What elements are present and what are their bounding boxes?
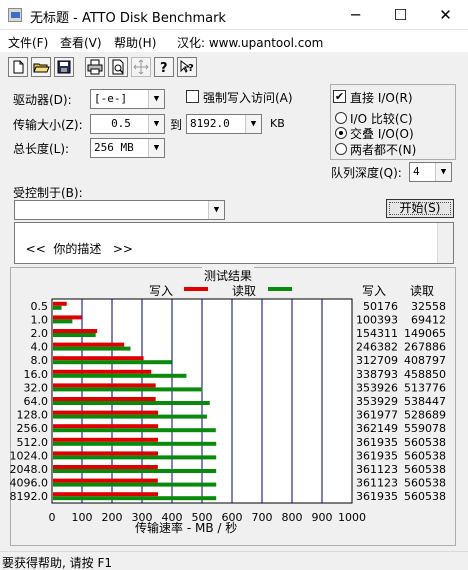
x-tick-label: 100 (72, 511, 93, 524)
read-value: 513776 (404, 381, 446, 394)
write-value: 362149 (356, 422, 398, 435)
category-label: 16.0 (24, 368, 49, 381)
bar-read (53, 496, 217, 501)
bar-read (53, 360, 172, 365)
write-value: 361123 (356, 463, 398, 476)
bar-read (53, 333, 96, 337)
write-value: 361123 (356, 477, 398, 490)
bar-write (53, 329, 98, 333)
bar-write (53, 356, 144, 361)
bar-write (53, 492, 159, 497)
category-label: 1024.0 (10, 449, 49, 462)
bar-read (53, 319, 73, 324)
write-value: 154311 (356, 327, 398, 340)
category-label: 512.0 (17, 436, 49, 449)
x-axis-label: 传输速率 - MB / 秒 (135, 520, 237, 535)
bar-read (53, 401, 210, 405)
x-tick-label: 700 (252, 511, 273, 524)
write-value: 361935 (356, 490, 398, 503)
column-header-write: 写入 (362, 284, 386, 298)
bar-write (53, 315, 82, 320)
category-label: 2.0 (31, 327, 49, 340)
bar-write (53, 424, 159, 429)
legend-write-label: 写入 (149, 284, 173, 298)
bar-write (53, 342, 125, 347)
legend-read-label: 读取 (232, 284, 256, 298)
read-value: 538447 (404, 395, 446, 408)
read-value: 149065 (404, 327, 446, 340)
bar-read (53, 428, 216, 433)
bar-read (53, 373, 187, 378)
x-tick-label: 900 (312, 511, 333, 524)
category-label: 1.0 (31, 313, 49, 326)
x-tick-label: 800 (282, 511, 303, 524)
status-text: 要获得帮助, 请按 F1 (2, 556, 112, 570)
bar-read (53, 346, 131, 351)
write-value: 50176 (363, 300, 398, 313)
write-value: 353926 (356, 381, 398, 394)
category-labels: 0.51.02.04.08.016.032.064.0128.0256.0512… (10, 300, 49, 503)
read-value: 559078 (404, 422, 446, 435)
category-label: 256.0 (17, 422, 49, 435)
write-value: 338793 (356, 368, 398, 381)
category-label: 4.0 (31, 341, 49, 354)
category-label: 0.5 (31, 300, 49, 313)
category-label: 64.0 (24, 395, 49, 408)
bar-read (53, 305, 62, 310)
bar-write (53, 451, 159, 456)
write-value: 246382 (356, 341, 398, 354)
write-value: 353929 (356, 395, 398, 408)
bar-write (53, 478, 158, 483)
bar-read (53, 414, 207, 419)
write-value: 361977 (356, 409, 398, 422)
category-label: 32.0 (24, 381, 49, 394)
read-value: 528689 (404, 409, 446, 422)
legend-read-swatch (268, 287, 292, 291)
x-tick-label: 200 (102, 511, 123, 524)
bar-write (53, 465, 158, 469)
category-label: 128.0 (17, 409, 49, 422)
category-label: 8192.0 (10, 490, 49, 503)
read-value: 32558 (411, 300, 446, 313)
bar-write (53, 437, 159, 442)
read-value: 267886 (404, 341, 446, 354)
read-value: 560538 (404, 477, 446, 490)
bar-write (53, 383, 156, 388)
write-value: 312709 (356, 354, 398, 367)
x-tick-label: 1000 (338, 511, 366, 524)
bar-read (53, 455, 217, 460)
read-value: 560538 (404, 436, 446, 449)
read-value: 408797 (404, 354, 446, 367)
status-bar: 要获得帮助, 请按 F1 (0, 551, 468, 570)
bar-write (53, 369, 152, 374)
category-label: 8.0 (31, 354, 49, 367)
category-label: 4096.0 (10, 477, 49, 490)
bar-read (53, 387, 203, 392)
column-header-read: 读取 (410, 284, 434, 298)
read-value: 458850 (404, 368, 446, 381)
bar-write (53, 410, 159, 415)
write-value: 100393 (356, 313, 398, 326)
read-value: 560538 (404, 449, 446, 462)
benchmark-chart: 写入 读取 写入 读取 0.51.02.04.08.016.032.064.01… (10, 284, 447, 535)
bar-write (53, 301, 67, 306)
read-value: 560538 (404, 463, 446, 476)
bar-read (53, 482, 217, 487)
bar-read (53, 469, 217, 473)
value-columns: 50176 32558 100393 69412 154311 149065 246382 2… (356, 300, 446, 503)
bar-read (53, 441, 217, 446)
bar-write (53, 397, 156, 401)
legend-write-swatch (184, 287, 208, 291)
read-value: 69412 (411, 313, 446, 326)
read-value: 560538 (404, 490, 446, 503)
x-tick-label: 0 (49, 511, 56, 524)
write-value: 361935 (356, 436, 398, 449)
write-value: 361935 (356, 449, 398, 462)
category-label: 2048.0 (10, 463, 49, 476)
